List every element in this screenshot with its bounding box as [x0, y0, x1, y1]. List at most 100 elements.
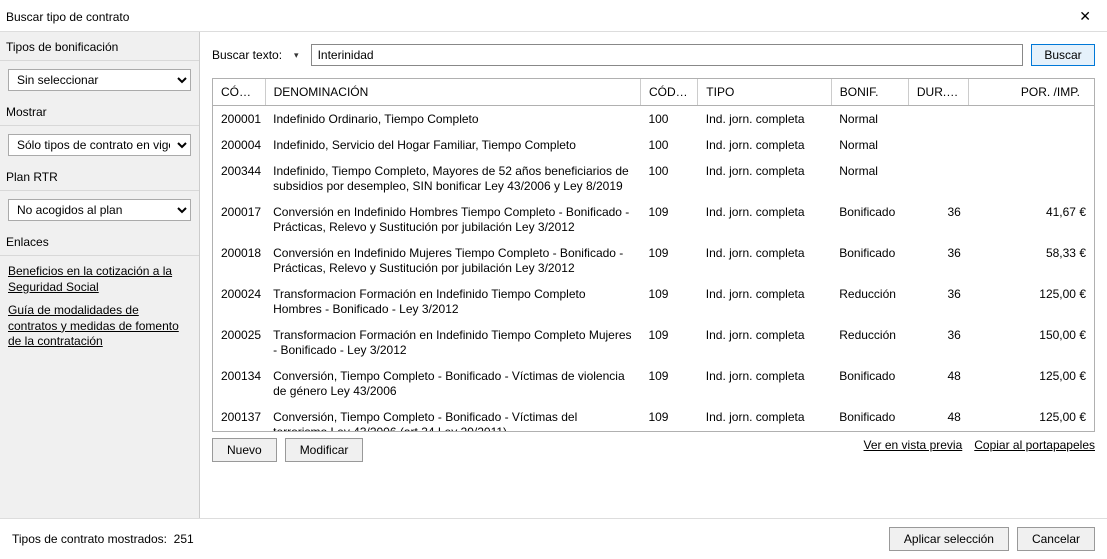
grid-body[interactable]: 200001Indefinido Ordinario, Tiempo Compl… [213, 106, 1094, 431]
cell-codo: 109 [640, 240, 697, 281]
mostrar-select[interactable]: Sólo tipos de contrato en vigor [8, 134, 191, 156]
enlaces-header: Enlaces [0, 231, 199, 256]
cell-dur: 48 [908, 404, 968, 431]
cell-codo: 100 [640, 106, 697, 132]
cell-dur [908, 158, 968, 199]
col-bonif[interactable]: BONIF. [831, 79, 908, 106]
status-text: Tipos de contrato mostrados: 251 [12, 532, 194, 546]
modificar-button[interactable]: Modificar [285, 438, 364, 462]
cell-codi: 200137 [213, 404, 265, 431]
cell-por: 150,00 € [969, 322, 1094, 363]
cell-denom: Conversión, Tiempo Completo - Bonificado… [265, 363, 640, 404]
cell-bonif: Reducción [831, 322, 908, 363]
table-row[interactable]: 200024Transformacion Formación en Indefi… [213, 281, 1094, 322]
cell-denom: Indefinido, Servicio del Hogar Familiar,… [265, 132, 640, 158]
table-row[interactable]: 200017Conversión en Indefinido Hombres T… [213, 199, 1094, 240]
cell-codi: 200344 [213, 158, 265, 199]
cell-bonif: Bonificado [831, 363, 908, 404]
bonif-header: Tipos de bonificación [0, 36, 199, 61]
plan-select[interactable]: No acogidos al plan [8, 199, 191, 221]
titlebar: Buscar tipo de contrato ✕ [0, 0, 1107, 32]
table-row[interactable]: 200018Conversión en Indefinido Mujeres T… [213, 240, 1094, 281]
cell-tipo: Ind. jorn. completa [698, 404, 831, 431]
footer: Tipos de contrato mostrados: 251 Aplicar… [0, 518, 1107, 559]
search-label: Buscar texto: [212, 48, 282, 62]
cell-por: 41,67 € [969, 199, 1094, 240]
cell-tipo: Ind. jorn. completa [698, 106, 831, 132]
sidebar: Tipos de bonificación Sin seleccionar Mo… [0, 32, 200, 518]
cell-por: 125,00 € [969, 363, 1094, 404]
cancel-button[interactable]: Cancelar [1017, 527, 1095, 551]
cell-bonif: Bonificado [831, 240, 908, 281]
table-row[interactable]: 200134Conversión, Tiempo Completo - Boni… [213, 363, 1094, 404]
below-grid: Nuevo Modificar Ver en vista previa Copi… [212, 438, 1095, 462]
cell-por: 125,00 € [969, 404, 1094, 431]
col-denom[interactable]: DENOMINACIÓN [265, 79, 640, 106]
content: Buscar texto: ▾ Buscar CÓDI... DENOMINAC… [200, 32, 1107, 518]
cell-denom: Indefinido, Tiempo Completo, Mayores de … [265, 158, 640, 199]
cell-denom: Conversión, Tiempo Completo - Bonificado… [265, 404, 640, 431]
cell-codo: 109 [640, 404, 697, 431]
cell-por: 125,00 € [969, 281, 1094, 322]
cell-dur: 36 [908, 281, 968, 322]
apply-button[interactable]: Aplicar selección [889, 527, 1009, 551]
cell-tipo: Ind. jorn. completa [698, 363, 831, 404]
col-codo[interactable]: CÓD.O... [640, 79, 697, 106]
cell-codi: 200025 [213, 322, 265, 363]
search-button[interactable]: Buscar [1031, 44, 1095, 66]
link-beneficios[interactable]: Beneficios en la cotización a la Segurid… [8, 264, 191, 295]
cell-tipo: Ind. jorn. completa [698, 132, 831, 158]
cell-bonif: Normal [831, 106, 908, 132]
table-row[interactable]: 200137Conversión, Tiempo Completo - Boni… [213, 404, 1094, 431]
cell-codo: 109 [640, 199, 697, 240]
cell-dur: 36 [908, 322, 968, 363]
cell-codi: 200001 [213, 106, 265, 132]
cell-dur: 36 [908, 240, 968, 281]
main-area: Tipos de bonificación Sin seleccionar Mo… [0, 32, 1107, 518]
copy-link[interactable]: Copiar al portapapeles [974, 438, 1095, 452]
cell-dur: 48 [908, 363, 968, 404]
cell-dur: 36 [908, 199, 968, 240]
cell-bonif: Normal [831, 158, 908, 199]
close-icon[interactable]: ✕ [1073, 6, 1097, 27]
cell-denom: Transformacion Formación en Indefinido T… [265, 322, 640, 363]
bonif-select[interactable]: Sin seleccionar [8, 69, 191, 91]
col-dur[interactable]: DUR.(M... [908, 79, 968, 106]
cell-tipo: Ind. jorn. completa [698, 240, 831, 281]
mostrar-header: Mostrar [0, 101, 199, 126]
cell-tipo: Ind. jorn. completa [698, 322, 831, 363]
cell-bonif: Bonificado [831, 199, 908, 240]
preview-link[interactable]: Ver en vista previa [864, 438, 963, 452]
chevron-down-icon[interactable]: ▾ [290, 50, 303, 61]
cell-codi: 200004 [213, 132, 265, 158]
window-title: Buscar tipo de contrato [6, 10, 129, 24]
col-tipo[interactable]: TIPO [698, 79, 831, 106]
cell-bonif: Reducción [831, 281, 908, 322]
cell-dur [908, 106, 968, 132]
link-guia[interactable]: Guía de modalidades de contratos y medid… [8, 303, 191, 350]
cell-tipo: Ind. jorn. completa [698, 281, 831, 322]
search-row: Buscar texto: ▾ Buscar [212, 44, 1095, 66]
table-row[interactable]: 200001Indefinido Ordinario, Tiempo Compl… [213, 106, 1094, 132]
cell-codo: 100 [640, 158, 697, 199]
cell-por [969, 158, 1094, 199]
search-input[interactable] [311, 44, 1023, 66]
table-row[interactable]: 200025Transformacion Formación en Indefi… [213, 322, 1094, 363]
col-por[interactable]: POR. /IMP. [969, 79, 1094, 106]
col-codi[interactable]: CÓDI... [213, 79, 265, 106]
cell-codi: 200018 [213, 240, 265, 281]
cell-denom: Conversión en Indefinido Hombres Tiempo … [265, 199, 640, 240]
table-row[interactable]: 200344Indefinido, Tiempo Completo, Mayor… [213, 158, 1094, 199]
cell-tipo: Ind. jorn. completa [698, 158, 831, 199]
cell-bonif: Bonificado [831, 404, 908, 431]
plan-header: Plan RTR [0, 166, 199, 191]
cell-codo: 109 [640, 363, 697, 404]
cell-codo: 100 [640, 132, 697, 158]
cell-denom: Conversión en Indefinido Mujeres Tiempo … [265, 240, 640, 281]
cell-codi: 200024 [213, 281, 265, 322]
table-row[interactable]: 200004Indefinido, Servicio del Hogar Fam… [213, 132, 1094, 158]
cell-denom: Transformacion Formación en Indefinido T… [265, 281, 640, 322]
nuevo-button[interactable]: Nuevo [212, 438, 277, 462]
cell-codi: 200017 [213, 199, 265, 240]
cell-dur [908, 132, 968, 158]
